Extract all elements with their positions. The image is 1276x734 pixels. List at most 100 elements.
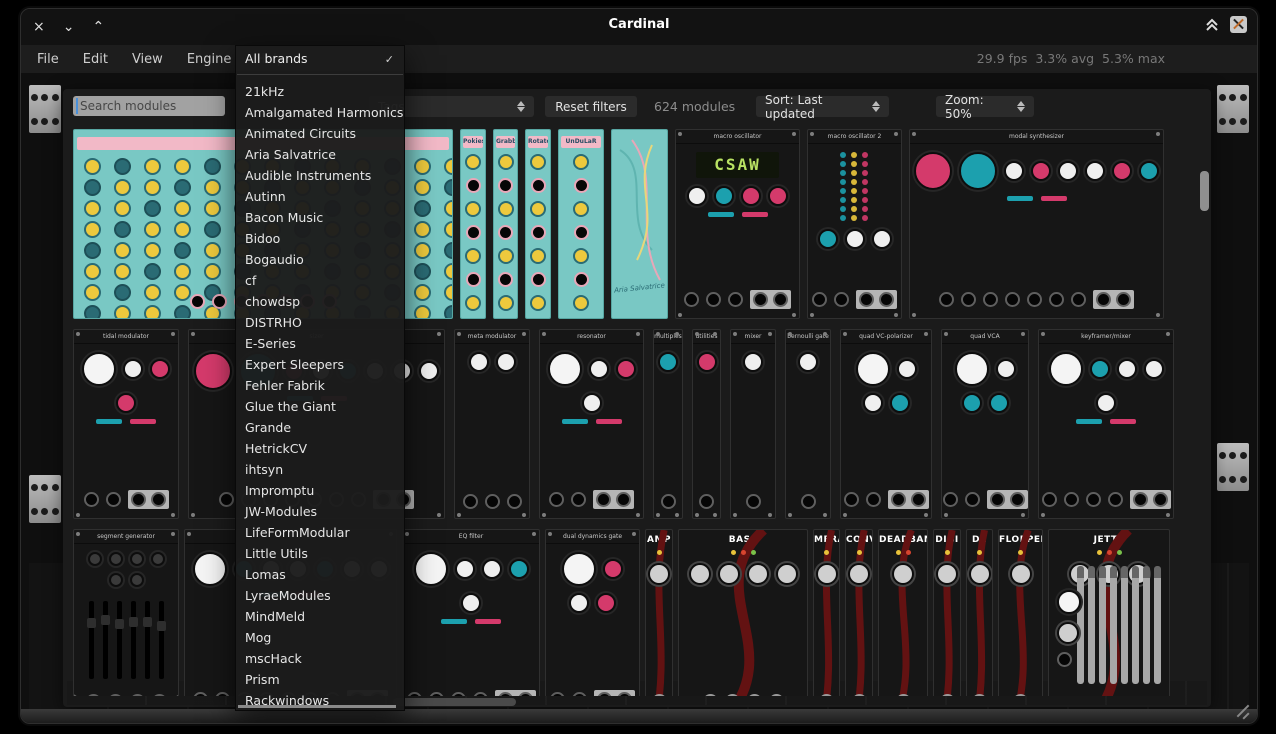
slider-icon[interactable] — [117, 601, 122, 679]
zoom-select[interactable]: Zoom: 50% — [936, 96, 1034, 117]
jack-port-icon — [108, 694, 123, 696]
module-card[interactable]: segment generator — [73, 529, 179, 696]
menu-item-brand[interactable]: Bidoo — [236, 228, 404, 249]
module-card[interactable]: DC — [966, 529, 993, 696]
menu-item-brand[interactable]: Fehler Fabrik — [236, 375, 404, 396]
menubar-item-edit[interactable]: Edit — [83, 52, 108, 67]
module-card[interactable]: multiples — [653, 329, 683, 519]
menu-item-brand[interactable]: DISTRHO — [236, 312, 404, 333]
menu-item-brand[interactable]: Impromptu — [236, 480, 404, 501]
slider-icon[interactable] — [89, 601, 94, 679]
menubar-item-file[interactable]: File — [37, 52, 59, 67]
menu-item-brand[interactable]: LifeFormModular — [236, 522, 404, 543]
menu-item-brand[interactable]: MindMeld — [236, 606, 404, 627]
module-card[interactable]: quad VCA — [941, 329, 1029, 519]
knob-icon — [82, 352, 116, 386]
led-icon — [851, 161, 857, 167]
module-card[interactable]: EQ filter — [402, 529, 540, 696]
menu-item-brand[interactable]: ihtsyn — [236, 459, 404, 480]
slider-icon[interactable] — [131, 601, 136, 679]
menu-item-brand[interactable]: 21kHz — [236, 81, 404, 102]
yellow-knob-icon — [530, 154, 546, 170]
control-column — [494, 154, 517, 311]
menu-item-brand[interactable]: Grande — [236, 417, 404, 438]
module-card[interactable]: UnDuLaR — [558, 129, 604, 319]
menu-item-brand[interactable]: Animated Circuits — [236, 123, 404, 144]
module-card[interactable]: AMP — [645, 529, 673, 696]
jack-port-icon — [429, 692, 444, 696]
module-card[interactable]: macro oscillator 2 — [807, 129, 902, 319]
menu-scroll-indicator — [238, 705, 396, 708]
search-input[interactable]: Search modules — [73, 96, 225, 116]
screw-icon — [733, 513, 737, 517]
screw-icon — [1021, 513, 1025, 517]
module-card[interactable]: Grabby — [493, 129, 518, 319]
knob-icon — [741, 186, 761, 206]
module-card[interactable]: MERA — [813, 529, 840, 696]
jack-port-icon — [86, 694, 101, 696]
module-card[interactable]: bernoulli gate — [785, 329, 831, 519]
menu-item-brand[interactable]: HetrickCV — [236, 438, 404, 459]
menubar-item-engine[interactable]: Engine — [187, 52, 232, 67]
module-card[interactable]: resonator — [539, 329, 644, 519]
resize-grip[interactable] — [1235, 703, 1251, 719]
menu-item-all-brands[interactable]: All brands ✓ — [236, 46, 404, 70]
horizontal-scrollbar[interactable] — [393, 698, 516, 706]
menu-item-brand[interactable]: Expert Sleepers — [236, 354, 404, 375]
module-card[interactable]: quad VC-polarizer — [840, 329, 932, 519]
module-card[interactable]: keyframer/mixer — [1038, 329, 1174, 519]
double-chevron-up-icon[interactable] — [1204, 17, 1220, 33]
slider-icon[interactable] — [145, 601, 150, 679]
menu-item-brand[interactable]: E-Series — [236, 333, 404, 354]
module-card[interactable]: BASS — [678, 529, 808, 696]
menu-item-brand[interactable]: cf — [236, 270, 404, 291]
module-card[interactable]: Rotatoes — [525, 129, 551, 319]
sort-select[interactable]: Sort: Last updated — [756, 96, 889, 117]
module-card[interactable]: macro oscillatorCSAW — [675, 129, 800, 319]
menu-item-brand[interactable]: JW-Modules — [236, 501, 404, 522]
module-card[interactable]: FLOPPER — [998, 529, 1043, 696]
decoration — [731, 494, 775, 509]
menu-item-brand[interactable]: chowdsp — [236, 291, 404, 312]
menu-item-brand[interactable]: Bacon Music — [236, 207, 404, 228]
decoration — [546, 690, 639, 696]
module-card[interactable]: CONV — [845, 529, 873, 696]
menu-item-brand[interactable]: Prism — [236, 669, 404, 690]
module-card[interactable]: meta modulator — [454, 329, 530, 519]
led-row — [879, 530, 927, 555]
menu-item-brand[interactable]: LyraeModules — [236, 585, 404, 606]
led-icon — [840, 206, 846, 212]
knob-icon — [743, 352, 763, 372]
menu-item-brand[interactable]: Amalgamated Harmonics — [236, 102, 404, 123]
menu-item-brand[interactable]: Glue the Giant — [236, 396, 404, 417]
menubar-item-view[interactable]: View — [132, 52, 163, 67]
menu-item-brand[interactable]: Little Utils — [236, 543, 404, 564]
module-card[interactable]: mixer — [730, 329, 776, 519]
menu-item-brand[interactable]: Mog — [236, 627, 404, 648]
jack-port-icon — [684, 292, 699, 307]
vertical-scrollbar[interactable] — [1200, 171, 1209, 211]
menu-item-brand[interactable]: Bogaudio — [236, 249, 404, 270]
slider-icon[interactable] — [103, 601, 108, 679]
slider-icon[interactable] — [159, 601, 164, 679]
knob-icon — [658, 352, 678, 372]
menu-item-brand[interactable]: Aria Salvatrice — [236, 144, 404, 165]
module-card[interactable]: dual dynamics gate — [545, 529, 640, 696]
menu-item-brand[interactable]: mscHack — [236, 648, 404, 669]
yellow-step-icon — [174, 200, 191, 217]
module-card[interactable]: DIGI — [933, 529, 961, 696]
module-card[interactable]: Pokies — [460, 129, 486, 319]
decoration — [934, 694, 960, 696]
menu-item-brand[interactable]: Autinn — [236, 186, 404, 207]
module-card[interactable]: utilities — [692, 329, 721, 519]
screw-icon — [1041, 332, 1045, 336]
module-card[interactable]: Aria Salvatrice — [611, 129, 668, 319]
menu-item-brand[interactable]: Audible Instruments — [236, 165, 404, 186]
jack-port-icon — [1013, 694, 1028, 696]
module-card[interactable]: tidal modulator — [73, 329, 179, 519]
module-card[interactable]: modal synthesizer — [909, 129, 1164, 319]
module-card[interactable]: DEADBAND — [878, 529, 928, 696]
module-card[interactable]: JETTE — [1048, 529, 1170, 696]
reset-filters-button[interactable]: Reset filters — [545, 96, 637, 117]
menu-item-brand[interactable]: Lomas — [236, 564, 404, 585]
